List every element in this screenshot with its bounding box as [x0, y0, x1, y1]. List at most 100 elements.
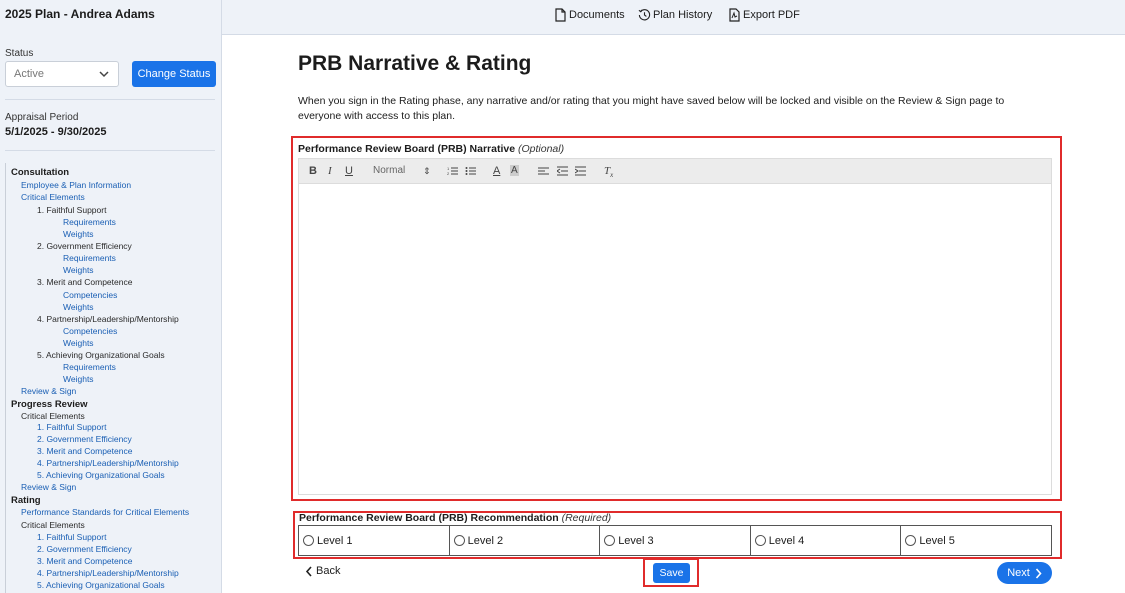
next-label: Next: [1007, 567, 1030, 579]
font-color-icon[interactable]: A: [493, 165, 500, 177]
nav-section-rating[interactable]: Rating: [11, 495, 41, 506]
italic-icon[interactable]: I: [328, 165, 332, 177]
nav-link-organizational-goals[interactable]: 5. Achieving Organizational Goals: [37, 580, 165, 591]
radio-button[interactable]: [303, 535, 314, 546]
nav-link-government-efficiency[interactable]: 2. Government Efficiency: [37, 434, 132, 445]
nav-link-requirements[interactable]: Requirements: [63, 362, 116, 373]
history-icon: [638, 9, 651, 21]
nav-link-weights[interactable]: Weights: [63, 374, 94, 385]
radio-button[interactable]: [453, 535, 465, 546]
sidebar: 2025 Plan - Andrea Adams Status Active C…: [0, 0, 222, 593]
nav-item-partnership-leadership[interactable]: 4. Partnership/Leadership/Mentorship: [37, 314, 179, 325]
recommendation-level-options: Level 1 Level 2 Level 3 Level 4 Level 5: [298, 525, 1052, 556]
nav-section-consultation[interactable]: Consultation: [11, 167, 69, 178]
indent-decrease-icon[interactable]: [557, 166, 568, 176]
nav-link-performance-standards[interactable]: Performance Standards for Critical Eleme…: [21, 507, 189, 518]
change-status-button[interactable]: Change Status: [132, 61, 216, 87]
export-pdf-label: Export PDF: [743, 9, 800, 21]
nav-link-employee-plan-info[interactable]: Employee & Plan Information: [21, 180, 131, 191]
narrative-editor[interactable]: [298, 184, 1052, 495]
nav-section-progress-review[interactable]: Progress Review: [11, 399, 88, 410]
pdf-file-icon: [729, 8, 740, 22]
nav-item-critical-elements[interactable]: Critical Elements: [21, 520, 85, 531]
nav-item-faithful-support[interactable]: 1. Faithful Support: [37, 205, 106, 216]
optional-tag: (Optional): [518, 143, 565, 155]
nav-link-competencies[interactable]: Competencies: [63, 290, 117, 301]
chevron-right-icon: [1035, 567, 1042, 579]
divider: [5, 99, 215, 100]
top-toolbar: Documents Plan History Export PDF: [222, 0, 1125, 35]
nav-link-faithful-support[interactable]: 1. Faithful Support: [37, 422, 106, 433]
radio-button[interactable]: [905, 535, 917, 546]
nav-link-competencies[interactable]: Competencies: [63, 326, 117, 337]
level-option-5[interactable]: Level 5: [901, 526, 1051, 555]
radio-button[interactable]: [604, 535, 616, 546]
status-value: Active: [14, 68, 44, 80]
documents-button[interactable]: Documents: [554, 8, 625, 22]
svg-text:2: 2: [447, 171, 450, 176]
level-option-4[interactable]: Level 4: [751, 526, 902, 555]
plan-navigation-tree: Consultation Employee & Plan Information…: [5, 163, 217, 593]
nav-link-faithful-support[interactable]: 1. Faithful Support: [37, 532, 106, 543]
bullet-list-icon[interactable]: [465, 166, 476, 176]
required-tag: (Required): [561, 512, 612, 524]
bold-icon[interactable]: B: [309, 165, 317, 177]
nav-item-critical-elements[interactable]: Critical Elements: [21, 411, 85, 422]
nav-link-requirements[interactable]: Requirements: [63, 253, 116, 264]
ordered-list-icon[interactable]: 12: [447, 166, 458, 176]
clear-formatting-icon[interactable]: Tx: [604, 165, 613, 179]
nav-link-organizational-goals[interactable]: 5. Achieving Organizational Goals: [37, 470, 165, 481]
nav-link-partnership-leadership[interactable]: 4. Partnership/Leadership/Mentorship: [37, 568, 179, 579]
chevron-down-icon: [99, 71, 109, 78]
nav-link-weights[interactable]: Weights: [63, 302, 94, 313]
nav-link-weights[interactable]: Weights: [63, 229, 94, 240]
radio-button[interactable]: [754, 535, 766, 546]
appraisal-period-value: 5/1/2025 - 9/30/2025: [5, 126, 107, 138]
plan-title: 2025 Plan - Andrea Adams: [5, 7, 155, 21]
next-button[interactable]: Next: [997, 562, 1052, 584]
nav-link-weights[interactable]: Weights: [63, 338, 94, 349]
appraisal-period-label: Appraisal Period: [5, 112, 79, 123]
status-select[interactable]: Active: [5, 61, 119, 87]
documents-label: Documents: [569, 9, 625, 21]
divider: [5, 150, 215, 151]
nav-link-partnership-leadership[interactable]: 4. Partnership/Leadership/Mentorship: [37, 458, 179, 469]
intro-text: When you sign in the Rating phase, any n…: [298, 95, 1005, 122]
level-label: Level 4: [768, 534, 805, 547]
plan-history-label: Plan History: [653, 9, 713, 21]
narrative-label: Performance Review Board (PRB) Narrative…: [298, 143, 564, 155]
document-icon: [555, 8, 566, 22]
align-icon[interactable]: [538, 166, 549, 176]
level-option-1[interactable]: Level 1: [299, 526, 450, 555]
level-option-3[interactable]: Level 3: [600, 526, 751, 555]
nav-item-merit-competence[interactable]: 3. Merit and Competence: [37, 277, 132, 288]
format-select-value: Normal: [373, 165, 406, 176]
nav-link-requirements[interactable]: Requirements: [63, 217, 116, 228]
background-color-icon[interactable]: A: [510, 165, 519, 176]
format-select[interactable]: Normal: [373, 165, 405, 176]
nav-link-merit-competence[interactable]: 3. Merit and Competence: [37, 446, 132, 457]
nav-link-review-sign[interactable]: Review & Sign: [21, 482, 76, 493]
indent-increase-icon[interactable]: [575, 166, 586, 176]
save-button[interactable]: Save: [653, 563, 690, 583]
level-option-2[interactable]: Level 2: [450, 526, 601, 555]
back-label: Back: [316, 565, 341, 577]
rich-text-toolbar: B I U Normal ⇕ 12 A A Tx: [298, 158, 1052, 184]
recommendation-label: Performance Review Board (PRB) Recommend…: [299, 512, 611, 524]
nav-link-weights[interactable]: Weights: [63, 265, 94, 276]
plan-history-button[interactable]: Plan History: [638, 8, 712, 22]
export-pdf-button[interactable]: Export PDF: [728, 8, 800, 22]
level-label: Level 5: [919, 534, 955, 547]
nav-link-review-sign[interactable]: Review & Sign: [21, 386, 76, 397]
level-label: Level 1: [317, 534, 353, 547]
nav-link-government-efficiency[interactable]: 2. Government Efficiency: [37, 544, 132, 555]
nav-item-government-efficiency[interactable]: 2. Government Efficiency: [37, 241, 132, 252]
narrative-label-text: Performance Review Board (PRB) Narrative: [298, 143, 516, 155]
nav-link-merit-competence[interactable]: 3. Merit and Competence: [37, 556, 132, 567]
level-label: Level 2: [467, 534, 504, 547]
back-button[interactable]: Back: [305, 565, 340, 577]
underline-icon[interactable]: U: [345, 165, 353, 177]
page-title: PRB Narrative & Rating: [298, 52, 532, 75]
nav-item-organizational-goals[interactable]: 5. Achieving Organizational Goals: [37, 350, 165, 361]
nav-link-critical-elements[interactable]: Critical Elements: [21, 192, 85, 203]
